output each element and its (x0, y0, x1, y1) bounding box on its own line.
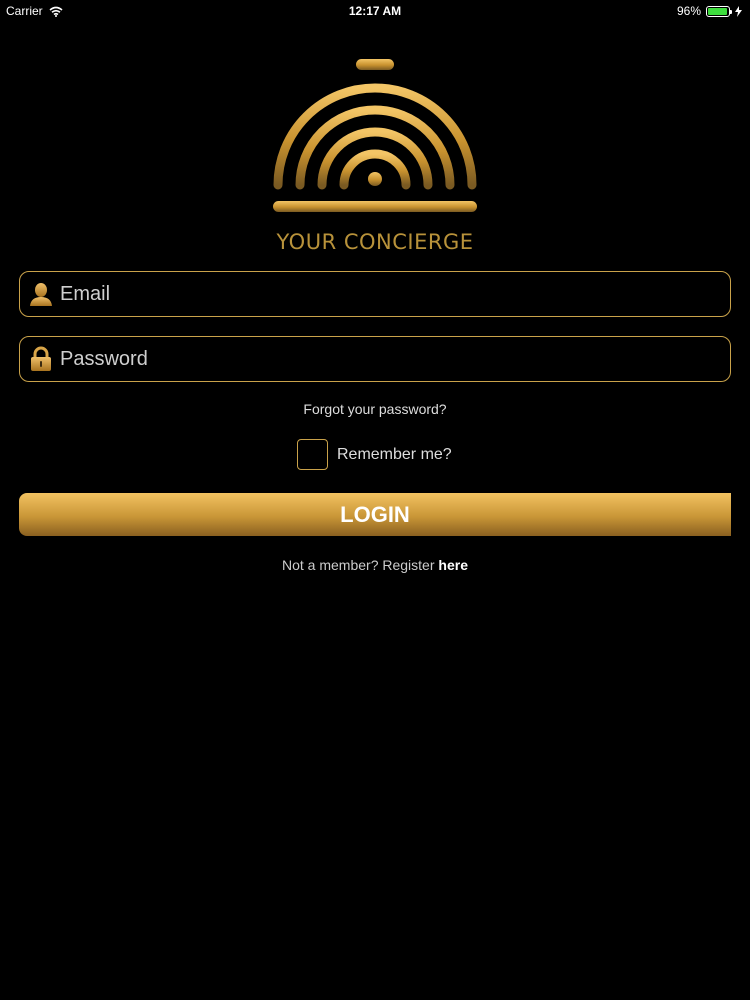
battery-icon (706, 5, 732, 17)
user-icon (26, 279, 56, 309)
password-input[interactable] (56, 337, 730, 381)
status-bar: Carrier 12:17 AM 96% (0, 0, 750, 22)
clock: 12:17 AM (348, 4, 402, 18)
concierge-bell-logo (273, 59, 477, 212)
register-prompt: Not a member? Register here (0, 557, 750, 573)
remember-me-label: Remember me? (337, 445, 452, 463)
email-field[interactable] (19, 271, 731, 317)
battery-percent: 96% (676, 4, 701, 18)
remember-me-checkbox[interactable] (297, 439, 328, 470)
bolt-icon (735, 5, 742, 17)
register-link[interactable]: here (438, 557, 468, 573)
battery-fill (708, 7, 728, 15)
password-field[interactable] (19, 336, 731, 382)
email-input[interactable] (56, 272, 730, 316)
lock-icon (26, 344, 56, 374)
register-prefix: Not a member? Register (282, 557, 435, 573)
brand-name: YOUR CONCIERGE (276, 230, 474, 254)
status-bar-right: 96% (677, 4, 742, 18)
remember-me-row[interactable]: Remember me? (297, 439, 452, 470)
login-button[interactable]: LOGIN (19, 493, 731, 536)
forgot-password-link[interactable]: Forgot your password? (0, 401, 750, 417)
